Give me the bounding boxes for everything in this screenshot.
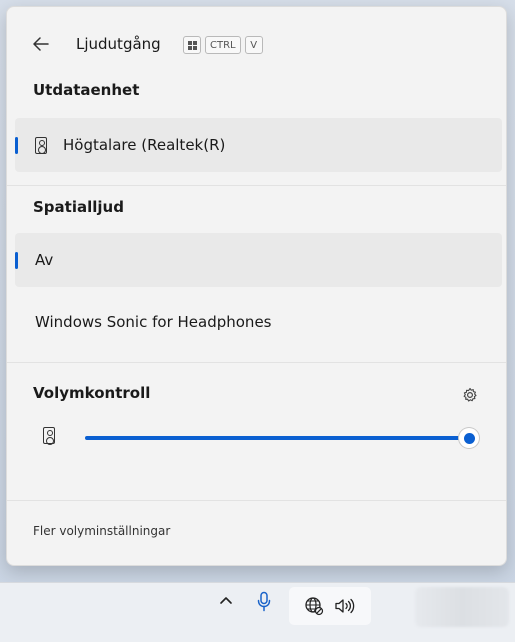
selection-indicator	[15, 252, 18, 269]
quick-settings-button[interactable]	[289, 587, 371, 625]
clock-area[interactable]	[415, 587, 509, 627]
windows-key-icon	[183, 36, 201, 54]
back-button[interactable]	[31, 34, 51, 54]
volume-slider-track[interactable]	[85, 436, 467, 440]
speaker-icon	[35, 136, 47, 154]
show-hidden-icons-button[interactable]	[218, 593, 234, 609]
gear-icon	[463, 387, 477, 402]
sound-output-flyout: Ljudutgång CTRL V Utdataenhet Högtalare …	[6, 6, 507, 566]
output-device-heading: Utdataenhet	[33, 81, 140, 99]
v-key: V	[244, 36, 263, 54]
speaker-icon	[43, 427, 55, 445]
divider	[7, 500, 506, 501]
flyout-title: Ljudutgång	[76, 35, 161, 53]
taskbar	[0, 582, 515, 642]
arrow-left-icon	[33, 37, 49, 51]
divider	[7, 362, 506, 363]
volume-settings-button[interactable]	[462, 387, 478, 403]
divider	[7, 185, 506, 186]
network-icon	[305, 597, 324, 616]
spatial-option-label: Av	[35, 251, 54, 269]
spatial-option-label: Windows Sonic for Headphones	[35, 313, 272, 331]
keyboard-shortcut: CTRL V	[183, 36, 263, 54]
microphone-icon	[257, 591, 271, 612]
output-device-label: Högtalare (Realtek(R)	[63, 136, 226, 154]
ctrl-key: CTRL	[205, 36, 241, 54]
output-device-item[interactable]: Högtalare (Realtek(R)	[15, 118, 502, 172]
microphone-button[interactable]	[256, 591, 272, 613]
more-volume-settings-link[interactable]: Fler volyminställningar	[33, 524, 170, 538]
selection-indicator	[15, 137, 18, 154]
spatial-option-windows-sonic[interactable]: Windows Sonic for Headphones	[15, 295, 502, 349]
volume-heading: Volymkontroll	[33, 384, 151, 402]
volume-icon	[335, 598, 355, 614]
volume-slider-thumb[interactable]	[459, 428, 479, 448]
spatial-option-off[interactable]: Av	[15, 233, 502, 287]
spatial-audio-heading: Spatialljud	[33, 198, 124, 216]
chevron-up-icon	[220, 597, 232, 604]
